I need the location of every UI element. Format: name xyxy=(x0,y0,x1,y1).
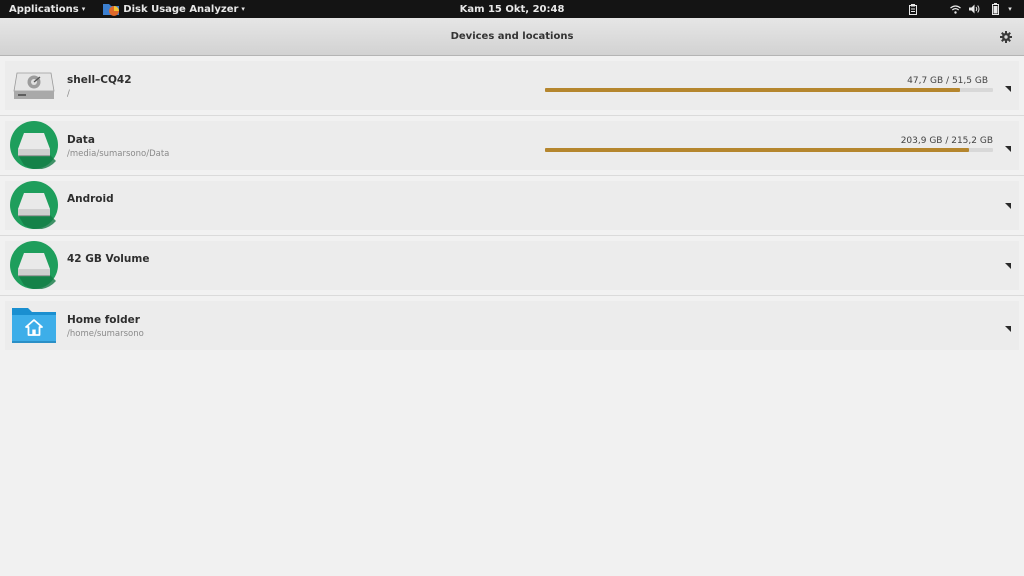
expand-arrow-icon[interactable] xyxy=(1003,84,1013,94)
location-path: /home/sumarsono xyxy=(67,329,144,339)
caret-down-icon: ▾ xyxy=(81,5,86,13)
home-folder-icon xyxy=(10,301,58,349)
gear-icon xyxy=(1000,31,1012,43)
location-path: / xyxy=(67,89,70,99)
location-name: shell–CQ42 xyxy=(67,74,132,86)
hard-disk-icon xyxy=(10,61,58,109)
list-item[interactable]: shell–CQ42 / 47,7 GB / 51,5 GB xyxy=(0,56,1024,116)
usage-bar-fill xyxy=(545,148,970,152)
system-tray[interactable]: ▾ xyxy=(906,0,1014,18)
location-name: Data xyxy=(67,134,95,146)
app-menu[interactable]: Disk Usage Analyzer ▾ xyxy=(101,0,245,18)
usage-bar-fill xyxy=(545,88,960,92)
top-panel: Applications ▾ Disk Usage Analyzer ▾ Kam… xyxy=(0,0,1024,18)
drive-icon xyxy=(10,181,58,229)
clock[interactable]: Kam 15 Okt, 20:48 xyxy=(460,4,565,15)
volume-icon[interactable] xyxy=(968,0,982,18)
list-item-body[interactable]: Data /media/sumarsono/Data 203,9 GB / 21… xyxy=(5,121,1019,170)
list-item[interactable]: 42 GB Volume xyxy=(0,236,1024,296)
usage-label: 203,9 GB / 215,2 GB xyxy=(900,136,993,146)
location-path: /media/sumarsono/Data xyxy=(67,149,170,159)
locations-list: shell–CQ42 / 47,7 GB / 51,5 GB Data /med… xyxy=(0,56,1024,355)
list-item-body[interactable]: 42 GB Volume xyxy=(5,241,1019,290)
disk-usage-analyzer-icon xyxy=(103,3,120,16)
header-bar: Devices and locations xyxy=(0,18,1024,56)
list-item[interactable]: Data /media/sumarsono/Data 203,9 GB / 21… xyxy=(0,116,1024,176)
expand-arrow-icon[interactable] xyxy=(1003,324,1013,334)
applications-menu-label: Applications xyxy=(9,3,79,15)
usage-bar xyxy=(545,148,993,152)
battery-icon[interactable] xyxy=(990,0,1000,18)
list-item-body[interactable]: shell–CQ42 / 47,7 GB / 51,5 GB xyxy=(5,61,1019,110)
list-item[interactable]: Home folder /home/sumarsono xyxy=(0,296,1024,355)
chevron-down-icon[interactable]: ▾ xyxy=(1006,0,1014,18)
location-name: Android xyxy=(67,193,114,205)
drive-icon xyxy=(10,121,58,169)
location-name: Home folder xyxy=(67,314,140,326)
caret-down-icon: ▾ xyxy=(241,5,245,13)
clipboard-icon[interactable] xyxy=(906,0,920,18)
app-menu-label: Disk Usage Analyzer xyxy=(123,3,239,15)
usage-bar xyxy=(545,88,993,92)
drive-icon xyxy=(10,241,58,289)
usage-label: 47,7 GB / 51,5 GB xyxy=(907,76,988,86)
list-item-body[interactable]: Android xyxy=(5,181,1019,230)
page-title: Devices and locations xyxy=(450,31,574,42)
settings-button[interactable] xyxy=(998,29,1014,45)
applications-menu[interactable]: Applications ▾ xyxy=(0,0,85,18)
list-item-body[interactable]: Home folder /home/sumarsono xyxy=(5,301,1019,350)
expand-arrow-icon[interactable] xyxy=(1003,261,1013,271)
location-name: 42 GB Volume xyxy=(67,253,150,265)
list-item[interactable]: Android xyxy=(0,176,1024,236)
expand-arrow-icon[interactable] xyxy=(1003,144,1013,154)
wifi-icon[interactable] xyxy=(948,0,962,18)
expand-arrow-icon[interactable] xyxy=(1003,201,1013,211)
